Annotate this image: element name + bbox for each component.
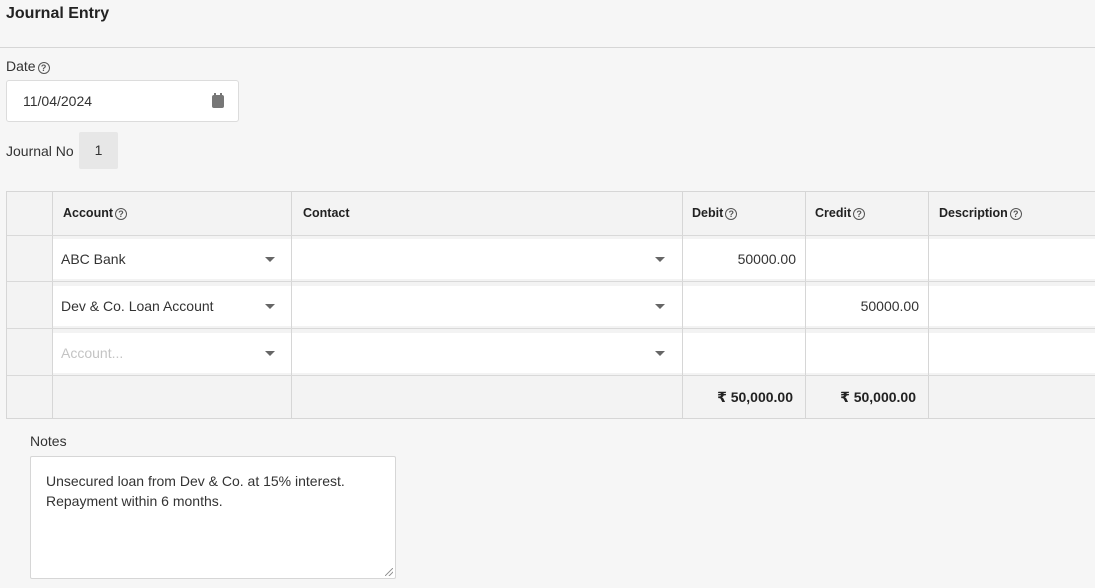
header-credit-label: Credit	[815, 206, 852, 220]
new-row-account-select[interactable]: Account...	[53, 333, 291, 373]
chevron-down-icon[interactable]	[265, 351, 275, 356]
row-divider	[7, 281, 1095, 282]
date-value: 11/04/2024	[23, 93, 93, 109]
new-row-credit-input[interactable]	[806, 333, 928, 373]
row1-account-value: ABC Bank	[61, 251, 126, 267]
row2-description-input[interactable]	[929, 286, 1095, 326]
date-label-group: Date?	[6, 58, 50, 74]
credit-help-icon[interactable]: ?	[853, 208, 866, 220]
account-help-icon[interactable]: ?	[115, 208, 127, 220]
date-label: Date	[6, 58, 36, 74]
new-row-account-placeholder: Account...	[61, 345, 124, 361]
new-row-contact-select[interactable]	[292, 333, 682, 373]
page-title: Journal Entry	[6, 5, 110, 22]
row2-account-select[interactable]: Dev & Co. Loan Account	[53, 286, 291, 326]
title-divider	[0, 47, 1095, 48]
row2-contact-select[interactable]	[292, 286, 682, 326]
journal-no-field[interactable]: 1	[79, 132, 118, 169]
row-divider	[7, 235, 1095, 236]
date-help-icon[interactable]: ?	[37, 62, 50, 74]
chevron-down-icon[interactable]	[655, 351, 665, 356]
journal-no-label: Journal No	[6, 143, 74, 159]
header-credit: Credit?	[815, 192, 866, 235]
header-description-label: Description	[939, 206, 1008, 220]
description-help-icon[interactable]: ?	[1009, 208, 1022, 220]
chevron-down-icon[interactable]	[265, 304, 275, 309]
header-debit-label: Debit	[692, 206, 724, 220]
row2-credit-value: 50000.00	[860, 298, 919, 314]
row2-account-value: Dev & Co. Loan Account	[61, 298, 214, 314]
new-row-debit-input[interactable]	[683, 333, 805, 373]
chevron-down-icon[interactable]	[655, 304, 665, 309]
header-contact: Contact	[303, 206, 350, 220]
total-debit: ₹ 50,000.00	[717, 389, 793, 405]
calendar-icon[interactable]	[212, 93, 224, 108]
notes-label: Notes	[30, 433, 67, 449]
new-row-description-input[interactable]	[929, 333, 1095, 373]
notes-textarea[interactable]: Unsecured loan from Dev & Co. at 15% int…	[30, 456, 396, 579]
debit-help-icon[interactable]: ?	[725, 208, 738, 220]
header-debit: Debit?	[692, 192, 738, 235]
chevron-down-icon[interactable]	[265, 257, 275, 262]
row2-credit-input[interactable]: 50000.00	[806, 286, 928, 326]
header-account-label: Account	[63, 206, 113, 220]
total-credit: ₹ 50,000.00	[840, 389, 916, 405]
row-divider	[7, 328, 1095, 329]
header-account: Account?	[63, 192, 127, 235]
row1-contact-select[interactable]	[292, 239, 682, 279]
row1-credit-input[interactable]	[806, 239, 928, 279]
chevron-down-icon[interactable]	[655, 257, 665, 262]
row1-description-input[interactable]	[929, 239, 1095, 279]
row1-debit-value: 50000.00	[737, 251, 796, 267]
journal-entry-page: Journal Entry Date? 11/04/2024 Journal N…	[0, 0, 1095, 588]
row1-debit-input[interactable]: 50000.00	[683, 239, 805, 279]
row1-account-select[interactable]: ABC Bank	[53, 239, 291, 279]
resize-handle-icon[interactable]	[385, 568, 393, 576]
row2-debit-input[interactable]	[683, 286, 805, 326]
date-input[interactable]: 11/04/2024	[6, 80, 239, 122]
row-divider	[7, 375, 1095, 376]
header-description: Description?	[939, 192, 1022, 235]
journal-lines-table: Account? Contact Debit? Credit? Descript…	[6, 191, 1095, 419]
